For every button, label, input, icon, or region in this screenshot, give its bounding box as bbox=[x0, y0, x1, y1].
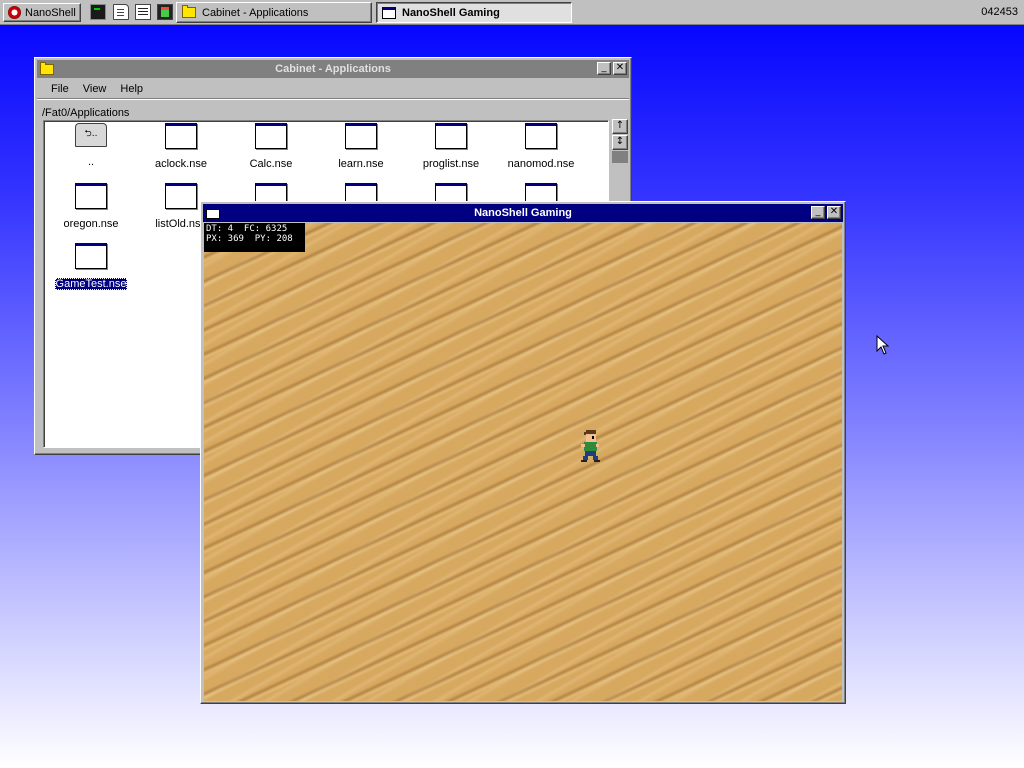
taskbar-item-cabinet[interactable]: Cabinet - Applications bbox=[176, 2, 372, 23]
window-icon bbox=[206, 207, 220, 219]
taskbar-item-label: NanoShell Gaming bbox=[402, 6, 500, 19]
debug-line-1: DT: 4 FC: 6325 bbox=[206, 224, 288, 234]
file-label: learn.nse bbox=[338, 158, 384, 170]
list-icon[interactable] bbox=[135, 4, 151, 20]
app-icon bbox=[255, 123, 287, 149]
parent-folder-icon: ⮌.. bbox=[75, 123, 107, 147]
debug-overlay: DT: 4 FC: 6325 PX: 369 PY: 208 bbox=[204, 223, 305, 252]
debug-line-2: PX: 369 PY: 208 bbox=[206, 234, 293, 244]
player-sprite bbox=[581, 430, 600, 462]
app-icon bbox=[165, 183, 197, 209]
scroll-up-button[interactable]: ↑ bbox=[612, 119, 628, 134]
app-icon bbox=[75, 183, 107, 209]
minimize-button[interactable]: _ bbox=[597, 62, 611, 75]
file-label: proglist.nse bbox=[422, 158, 480, 170]
game-canvas[interactable]: DT: 4 FC: 6325 PX: 369 PY: 208 bbox=[204, 223, 842, 701]
file-item[interactable]: learn.nse bbox=[316, 123, 406, 170]
taskbar: NanoShell Cabinet - Applications NanoShe… bbox=[0, 0, 1024, 25]
file-item[interactable]: aclock.nse bbox=[136, 123, 226, 170]
taskbar-item-gaming[interactable]: NanoShell Gaming bbox=[376, 2, 572, 23]
menu-file[interactable]: File bbox=[37, 83, 76, 95]
gaming-window: NanoShell Gaming _ ✕ DT: 4 FC: 6325 PX: … bbox=[200, 201, 846, 704]
close-button[interactable]: ✕ bbox=[613, 62, 627, 75]
app-icon bbox=[75, 243, 107, 269]
scroll-down-button[interactable]: ↕ bbox=[612, 135, 628, 150]
taskbar-item-label: Cabinet - Applications bbox=[202, 6, 309, 19]
app-icon bbox=[525, 123, 557, 149]
file-label: .. bbox=[87, 156, 95, 168]
menubar: File View Help bbox=[37, 80, 629, 99]
menu-help[interactable]: Help bbox=[113, 83, 150, 95]
app-icon bbox=[435, 123, 467, 149]
file-label: nanomod.nse bbox=[507, 158, 575, 170]
file-item[interactable]: proglist.nse bbox=[406, 123, 496, 170]
system-monitor-icon[interactable] bbox=[157, 4, 173, 20]
file-item[interactable]: nanomod.nse bbox=[496, 123, 586, 170]
path-breadcrumb: /Fat0/Applications bbox=[42, 107, 130, 119]
mouse-cursor-icon bbox=[876, 335, 890, 355]
clock: 042453 bbox=[981, 6, 1018, 18]
window-title: Cabinet - Applications bbox=[275, 63, 391, 75]
window-icon bbox=[382, 6, 396, 19]
start-label: NanoShell bbox=[25, 6, 76, 19]
file-item[interactable]: ⮌.... bbox=[46, 123, 136, 168]
file-label: Calc.nse bbox=[249, 158, 293, 170]
notepad-icon[interactable] bbox=[113, 4, 129, 20]
app-icon bbox=[165, 123, 197, 149]
folder-icon bbox=[182, 5, 196, 18]
close-button[interactable]: ✕ bbox=[827, 206, 841, 219]
folder-icon bbox=[40, 61, 54, 75]
window-title: NanoShell Gaming bbox=[474, 207, 572, 219]
file-label: oregon.nse bbox=[63, 218, 119, 230]
terminal-icon[interactable] bbox=[90, 4, 106, 20]
file-item[interactable]: oregon.nse bbox=[46, 183, 136, 230]
menu-view[interactable]: View bbox=[76, 83, 114, 95]
cabinet-titlebar[interactable]: Cabinet - Applications _ ✕ bbox=[37, 60, 629, 78]
file-item[interactable]: GameTest.nse bbox=[46, 243, 136, 290]
file-label: GameTest.nse bbox=[54, 278, 128, 290]
nanoshell-logo-icon bbox=[8, 6, 21, 19]
app-icon bbox=[345, 123, 377, 149]
start-button[interactable]: NanoShell bbox=[3, 3, 81, 22]
file-item[interactable]: Calc.nse bbox=[226, 123, 316, 170]
file-label: aclock.nse bbox=[155, 158, 207, 170]
gaming-titlebar[interactable]: NanoShell Gaming _ ✕ bbox=[203, 204, 843, 222]
minimize-button[interactable]: _ bbox=[811, 206, 825, 219]
scrollbar-thumb[interactable] bbox=[612, 151, 628, 163]
